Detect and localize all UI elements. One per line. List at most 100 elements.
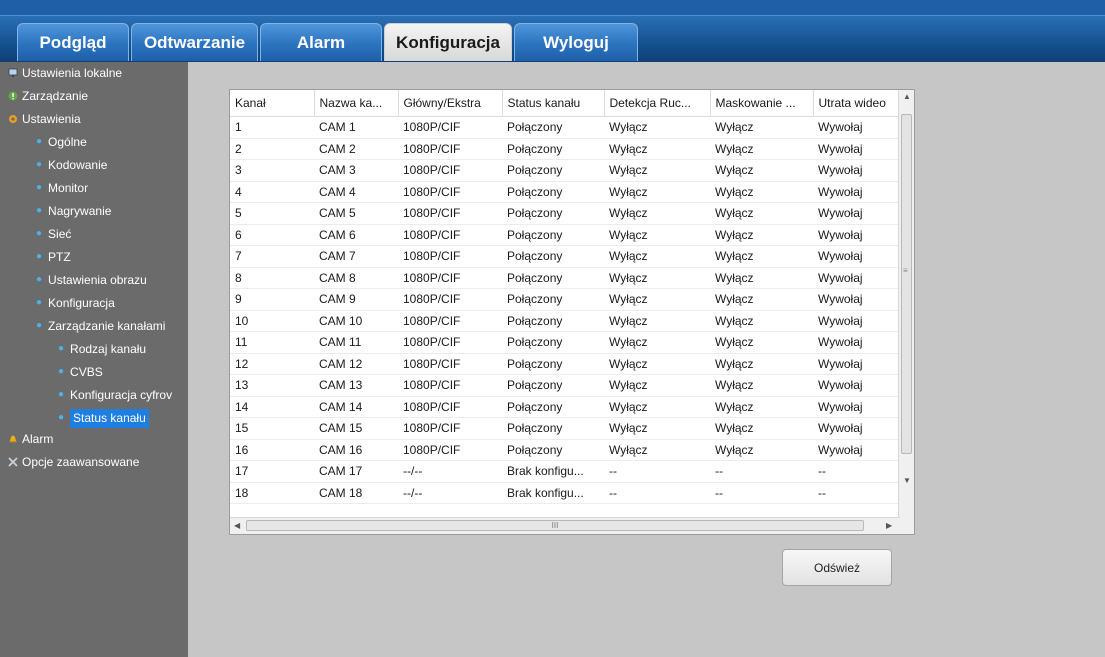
cell-glowny-ekstra: 1080P/CIF xyxy=(398,417,502,440)
sidebar-item-nagrywanie[interactable]: ● Nagrywanie xyxy=(36,201,111,221)
sidebar-item-label: Zarządzanie kanałami xyxy=(48,319,166,333)
cell-maskowanie: Wyłącz xyxy=(710,202,813,225)
horizontal-scroll-thumb[interactable]: III xyxy=(246,520,864,531)
sidebar-item-monitor[interactable]: ● Monitor xyxy=(36,178,88,198)
sidebar-item-label: Ustawienia lokalne xyxy=(22,66,123,80)
cell-status: Połączony xyxy=(502,331,604,354)
sidebar-item-konfiguracja[interactable]: ● Konfiguracja xyxy=(36,293,115,313)
sidebar-item-rodzaj-kanalu[interactable]: ● Rodzaj kanału xyxy=(58,339,146,359)
sidebar-item-ptz[interactable]: ● PTZ xyxy=(36,247,71,267)
cell-glowny-ekstra: 1080P/CIF xyxy=(398,353,502,375)
refresh-button[interactable]: Odśwież xyxy=(782,549,892,586)
sidebar-item-konfiguracja-cyfrowa[interactable]: ● Konfiguracja cyfrov xyxy=(58,385,188,405)
bullet-icon: ● xyxy=(36,320,43,331)
vertical-scroll-thumb[interactable] xyxy=(901,114,912,454)
table-row[interactable]: 10 CAM 10 1080P/CIF Połączony Wyłącz Wyłącz Wy… xyxy=(230,310,900,332)
cell-kanal: 12 xyxy=(230,353,314,375)
cell-detekcja-ruchu: Wyłącz xyxy=(604,245,710,268)
cell-kanal: 6 xyxy=(230,224,314,246)
sidebar-item-ustawienia-lokalne[interactable]: Ustawienia lokalne xyxy=(8,63,122,83)
table-row[interactable]: 4 CAM 4 1080P/CIF Połączony Wyłącz Wyłącz Wywo… xyxy=(230,181,900,203)
cell-glowny-ekstra: 1080P/CIF xyxy=(398,224,502,246)
tab-alarm[interactable]: Alarm xyxy=(260,23,382,61)
table-row[interactable]: 7 CAM 7 1080P/CIF Połączony Wyłącz Wyłącz Wywo… xyxy=(230,245,900,268)
table-row[interactable]: 2 CAM 2 1080P/CIF Połączony Wyłącz Wyłącz Wywo… xyxy=(230,138,900,160)
column-header-nazwa[interactable]: Nazwa ka... xyxy=(314,90,399,117)
tab-odtwarzanie[interactable]: Odtwarzanie xyxy=(131,23,258,61)
cell-maskowanie: -- xyxy=(710,482,813,504)
sidebar-item-siec[interactable]: ● Sieć xyxy=(36,224,71,244)
cell-status: Połączony xyxy=(502,396,604,418)
table-row[interactable]: 16 CAM 16 1080P/CIF Połączony Wyłącz Wyłącz Wy… xyxy=(230,439,900,461)
cell-status: Połączony xyxy=(502,439,604,461)
scroll-down-icon[interactable]: ▼ xyxy=(903,476,911,485)
cell-glowny-ekstra: 1080P/CIF xyxy=(398,181,502,203)
horizontal-scrollbar[interactable]: ◀ III ▶ xyxy=(230,517,900,534)
table-row[interactable]: 5 CAM 5 1080P/CIF Połączony Wyłącz Wyłącz Wywo… xyxy=(230,202,900,225)
bullet-icon: ● xyxy=(36,182,43,193)
sidebar-item-label: Konfiguracja xyxy=(48,296,115,310)
cell-status: Połączony xyxy=(502,353,604,375)
cell-status: Połączony xyxy=(502,245,604,268)
sidebar-item-cvbs[interactable]: ● CVBS xyxy=(58,362,103,382)
cell-detekcja-ruchu: Wyłącz xyxy=(604,116,710,139)
bullet-icon: ● xyxy=(36,159,43,170)
table-row[interactable]: 8 CAM 8 1080P/CIF Połączony Wyłącz Wyłącz Wywo… xyxy=(230,267,900,289)
cell-kanal: 16 xyxy=(230,439,314,461)
cell-nazwa: CAM 9 xyxy=(314,288,398,311)
scroll-right-icon[interactable]: ▶ xyxy=(886,521,892,530)
scroll-up-icon[interactable]: ▲ xyxy=(903,92,911,101)
table-row[interactable]: 3 CAM 3 1080P/CIF Połączony Wyłącz Wyłącz Wywo… xyxy=(230,159,900,182)
table-row[interactable]: 13 CAM 13 1080P/CIF Połączony Wyłącz Wyłącz Wy… xyxy=(230,374,900,397)
cell-nazwa: CAM 16 xyxy=(314,439,398,461)
cell-kanal: 15 xyxy=(230,417,314,440)
table-row[interactable]: 12 CAM 12 1080P/CIF Połączony Wyłącz Wyłącz Wy… xyxy=(230,353,900,375)
cell-detekcja-ruchu: Wyłącz xyxy=(604,159,710,182)
tab-podglad[interactable]: Podgląd xyxy=(17,23,129,61)
cell-maskowanie: Wyłącz xyxy=(710,353,813,375)
sidebar-item-ustawienia-obrazu[interactable]: ● Ustawienia obrazu xyxy=(36,270,147,290)
table-row[interactable]: 14 CAM 14 1080P/CIF Połączony Wyłącz Wyłącz Wy… xyxy=(230,396,900,418)
table-row[interactable]: 11 CAM 11 1080P/CIF Połączony Wyłącz Wyłącz Wy… xyxy=(230,331,900,354)
column-header-glowny-ekstra[interactable]: Główny/Ekstra xyxy=(398,90,503,117)
table-row[interactable]: 1 CAM 1 1080P/CIF Połączony Wyłącz Wyłącz Wywo… xyxy=(230,116,900,139)
sidebar-item-label: Monitor xyxy=(48,181,89,195)
cell-nazwa: CAM 10 xyxy=(314,310,398,332)
cell-glowny-ekstra: 1080P/CIF xyxy=(398,331,502,354)
cell-status: Połączony xyxy=(502,224,604,246)
column-header-status[interactable]: Status kanału xyxy=(502,90,605,117)
cell-kanal: 14 xyxy=(230,396,314,418)
sidebar-item-alarm[interactable]: Alarm xyxy=(8,429,53,449)
cell-maskowanie: Wyłącz xyxy=(710,116,813,139)
cell-kanal: 13 xyxy=(230,374,314,397)
sidebar-item-zarzadzanie[interactable]: Zarządzanie xyxy=(8,86,88,106)
cell-detekcja-ruchu: Wyłącz xyxy=(604,331,710,354)
table-row[interactable]: 15 CAM 15 1080P/CIF Połączony Wyłącz Wyłącz Wy… xyxy=(230,417,900,440)
window-top-strip xyxy=(0,0,1105,15)
tab-konfiguracja[interactable]: Konfiguracja xyxy=(384,23,512,61)
column-header-maskowanie[interactable]: Maskowanie ... xyxy=(710,90,814,117)
table-row[interactable]: 17 CAM 17 --/-- Brak konfigu... -- -- -- xyxy=(230,460,900,483)
vertical-scrollbar[interactable]: ▲ ≡ ▼ xyxy=(898,90,914,534)
sidebar-item-ogolne[interactable]: ● Ogólne xyxy=(36,132,87,152)
cell-maskowanie: Wyłącz xyxy=(710,374,813,397)
cell-status: Brak konfigu... xyxy=(502,460,604,483)
cell-status: Brak konfigu... xyxy=(502,482,604,504)
cell-glowny-ekstra: 1080P/CIF xyxy=(398,310,502,332)
table-row[interactable]: 6 CAM 6 1080P/CIF Połączony Wyłącz Wyłącz Wywo… xyxy=(230,224,900,246)
sidebar-item-zarzadzanie-kanalami[interactable]: ● Zarządzanie kanałami xyxy=(36,316,165,336)
tab-wyloguj[interactable]: Wyloguj xyxy=(514,23,638,61)
table-row[interactable]: 18 CAM 18 --/-- Brak konfigu... -- -- -- xyxy=(230,482,900,504)
sidebar-item-ustawienia[interactable]: Ustawienia xyxy=(8,109,81,129)
column-header-utrata-wideo[interactable]: Utrata wideo xyxy=(813,90,901,117)
sidebar-item-opcje-zaawansowane[interactable]: Opcje zaawansowane xyxy=(8,452,139,472)
table-row[interactable]: 9 CAM 9 1080P/CIF Połączony Wyłącz Wyłącz Wywo… xyxy=(230,288,900,311)
scroll-left-icon[interactable]: ◀ xyxy=(234,521,240,530)
sidebar-item-kodowanie[interactable]: ● Kodowanie xyxy=(36,155,107,175)
cell-glowny-ekstra: 1080P/CIF xyxy=(398,288,502,311)
column-header-detekcja-ruchu[interactable]: Detekcja Ruc... xyxy=(604,90,711,117)
sidebar-item-status-kanalu[interactable]: ● Status kanału xyxy=(58,408,149,428)
cell-maskowanie: Wyłącz xyxy=(710,417,813,440)
column-header-kanal[interactable]: Kanał xyxy=(230,90,315,117)
cell-status: Połączony xyxy=(502,202,604,225)
